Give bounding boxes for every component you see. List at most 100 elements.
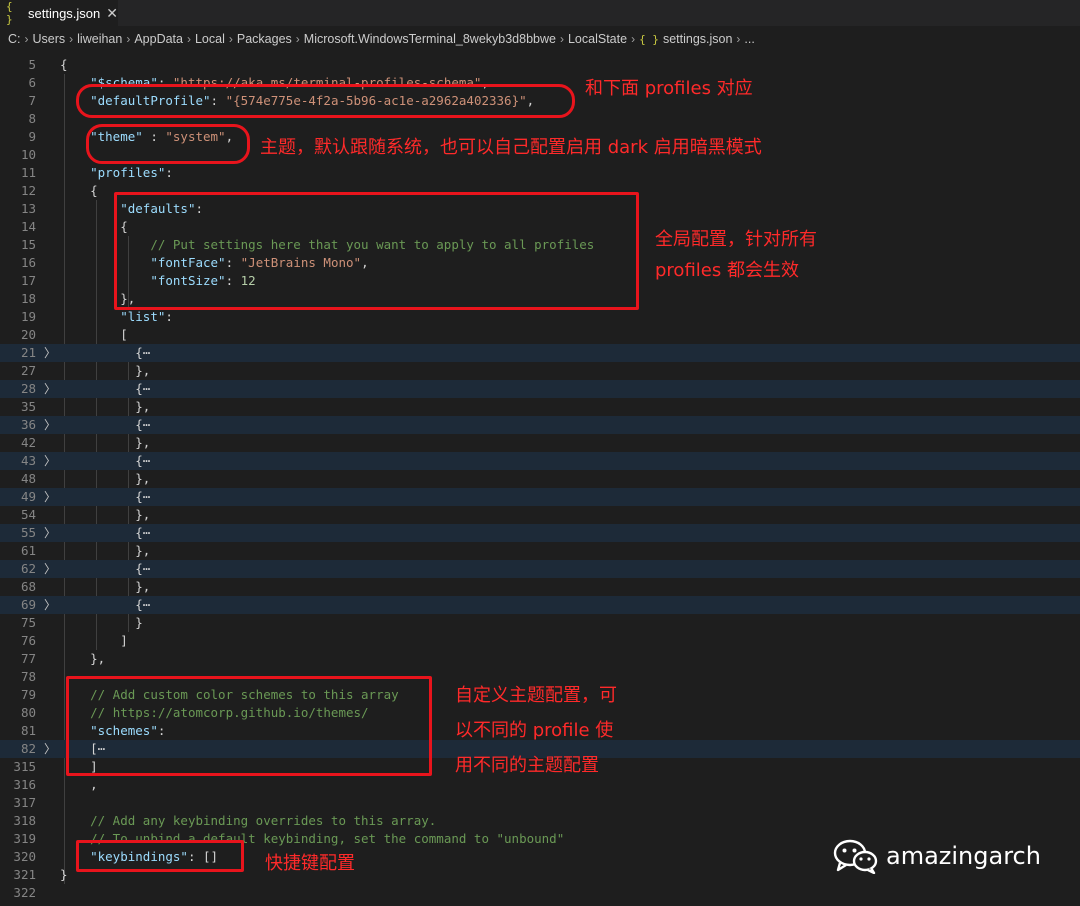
chevron-right-icon[interactable]: 〉 <box>44 416 56 434</box>
code-line[interactable]: 55 〉 {⋯ <box>0 524 1080 542</box>
code-line[interactable]: 48 }, <box>0 470 1080 488</box>
line-number: 54 <box>20 507 36 522</box>
line-number: 82 <box>20 741 36 756</box>
breadcrumb-item[interactable]: AppData <box>134 32 183 46</box>
code-line[interactable]: 318 // Add any keybinding overrides to t… <box>0 812 1080 830</box>
line-number: 15 <box>20 237 36 252</box>
chevron-right-icon[interactable]: 〉 <box>44 380 56 398</box>
code-token: }, <box>60 543 151 558</box>
close-icon[interactable]: ✕ <box>106 5 118 22</box>
highlight-box-schemes <box>66 676 432 776</box>
line-number: 317 <box>13 795 36 810</box>
code-token: {⋯ <box>60 525 151 540</box>
breadcrumb-item[interactable]: ... <box>744 32 754 46</box>
watermark: amazingarch <box>832 838 1041 874</box>
code-token: }, <box>60 363 151 378</box>
breadcrumb-item[interactable]: LocalState <box>568 32 627 46</box>
annotation-profiles-default: 和下面 profiles 对应 <box>585 78 753 99</box>
code-token: }, <box>60 507 151 522</box>
code-line[interactable]: 21 〉 {⋯ <box>0 344 1080 362</box>
tab-bar: { } settings.json ✕ <box>0 0 1080 26</box>
code-line[interactable]: 11 "profiles": <box>0 164 1080 182</box>
line-number: 18 <box>20 291 36 306</box>
code-text: , <box>60 776 98 794</box>
code-line[interactable]: 76 ] <box>0 632 1080 650</box>
line-number: 318 <box>13 813 36 828</box>
breadcrumb-item[interactable]: Packages <box>237 32 292 46</box>
breadcrumb: C: › Users › liweihan › AppData › Local › Packages… <box>0 28 1080 50</box>
line-number: 17 <box>20 273 36 288</box>
tab-settings-json[interactable]: { } settings.json ✕ <box>0 0 118 26</box>
line-number: 27 <box>20 363 36 378</box>
code-token: {⋯ <box>60 345 151 360</box>
code-line[interactable]: 28 〉 {⋯ <box>0 380 1080 398</box>
code-line[interactable]: 19 "list": <box>0 308 1080 326</box>
code-line[interactable]: 42 }, <box>0 434 1080 452</box>
code-line[interactable]: 20 [ <box>0 326 1080 344</box>
code-line[interactable]: 77 }, <box>0 650 1080 668</box>
line-number: 78 <box>20 669 36 684</box>
code-text: {⋯ <box>60 380 150 398</box>
highlight-box-theme <box>86 124 250 164</box>
breadcrumb-item[interactable]: C: <box>8 32 21 46</box>
code-line[interactable]: 35 }, <box>0 398 1080 416</box>
code-line[interactable]: 62 〉 {⋯ <box>0 560 1080 578</box>
chevron-right-icon: › <box>736 32 741 46</box>
breadcrumb-item[interactable]: liweihan <box>77 32 122 46</box>
code-token: : <box>165 165 173 180</box>
code-text: }, <box>60 398 150 416</box>
code-text: {⋯ <box>60 344 150 362</box>
code-text: }, <box>60 650 105 668</box>
code-text: {⋯ <box>60 560 150 578</box>
chevron-right-icon: › <box>631 32 636 46</box>
line-number: 9 <box>28 129 36 144</box>
code-line[interactable]: 36 〉 {⋯ <box>0 416 1080 434</box>
code-token: ] <box>60 633 128 648</box>
code-text: } <box>60 614 143 632</box>
code-line[interactable]: 69 〉 {⋯ <box>0 596 1080 614</box>
chevron-right-icon[interactable]: 〉 <box>44 740 56 758</box>
highlight-box-defaults <box>114 192 639 310</box>
line-number: 68 <box>20 579 36 594</box>
breadcrumb-item[interactable]: settings.json <box>663 32 732 46</box>
breadcrumb-item[interactable]: Users <box>33 32 66 46</box>
line-number: 81 <box>20 723 36 738</box>
code-line[interactable]: 322 <box>0 884 1080 902</box>
watermark-text: amazingarch <box>886 842 1041 870</box>
chevron-right-icon[interactable]: 〉 <box>44 344 56 362</box>
breadcrumb-item[interactable]: Local <box>195 32 225 46</box>
code-text: [ <box>60 326 128 344</box>
chevron-right-icon[interactable]: 〉 <box>44 596 56 614</box>
line-number: 5 <box>28 57 36 72</box>
chevron-right-icon[interactable]: 〉 <box>44 560 56 578</box>
code-token: }, <box>60 471 151 486</box>
chevron-right-icon[interactable]: 〉 <box>44 524 56 542</box>
code-line[interactable]: 27 }, <box>0 362 1080 380</box>
line-number: 11 <box>20 165 36 180</box>
code-line[interactable]: 43 〉 {⋯ <box>0 452 1080 470</box>
chevron-right-icon: › <box>186 32 191 46</box>
code-token: { <box>60 57 68 72</box>
code-line[interactable]: 317 <box>0 794 1080 812</box>
line-number: 35 <box>20 399 36 414</box>
breadcrumb-item[interactable]: Microsoft.WindowsTerminal_8wekyb3d8bbwe <box>304 32 556 46</box>
line-number: 48 <box>20 471 36 486</box>
chevron-right-icon[interactable]: 〉 <box>44 488 56 506</box>
code-line[interactable]: 61 }, <box>0 542 1080 560</box>
line-number: 77 <box>20 651 36 666</box>
code-line[interactable]: 5{ <box>0 56 1080 74</box>
code-text: }, <box>60 578 150 596</box>
code-token: // Add any keybinding overrides to this … <box>90 813 437 828</box>
code-line[interactable]: 54 }, <box>0 506 1080 524</box>
chevron-right-icon[interactable]: 〉 <box>44 452 56 470</box>
code-line[interactable]: 68 }, <box>0 578 1080 596</box>
code-line[interactable]: 75 } <box>0 614 1080 632</box>
code-text: "list": <box>60 308 173 326</box>
code-text: // Add any keybinding overrides to this … <box>60 812 436 830</box>
code-token: } <box>60 615 143 630</box>
line-number: 21 <box>20 345 36 360</box>
code-line[interactable]: 49 〉 {⋯ <box>0 488 1080 506</box>
code-text: { <box>60 182 98 200</box>
code-token: , <box>60 777 98 792</box>
json-file-icon: { } <box>6 0 13 26</box>
